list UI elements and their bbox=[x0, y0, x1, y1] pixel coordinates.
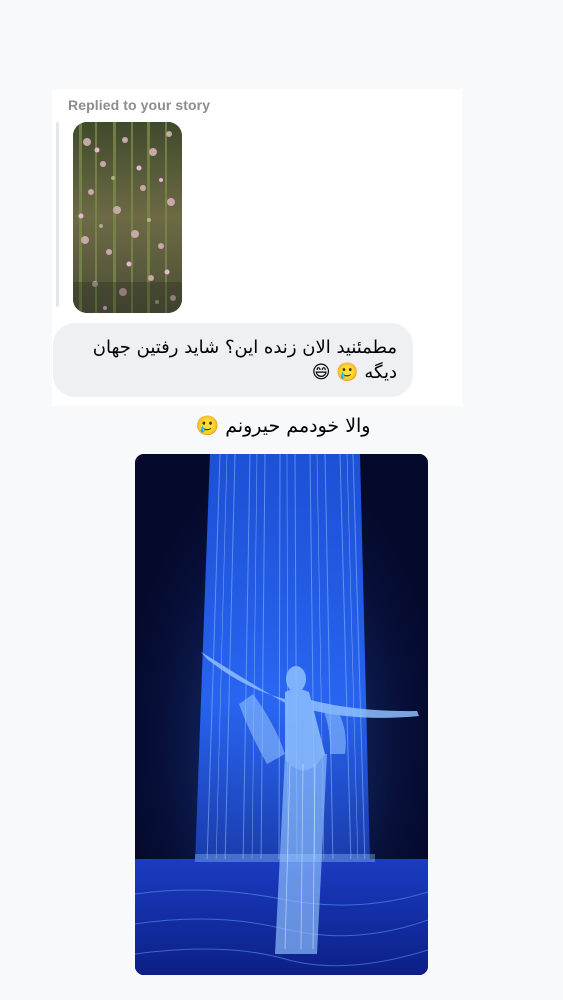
chat-screen: { "reply": { "label": "Replied to your s… bbox=[0, 0, 563, 1000]
blue-light-waterfall-image bbox=[135, 454, 428, 975]
story-thumbnail[interactable] bbox=[73, 122, 182, 313]
sent-message-text[interactable]: والا خودمم حیرونم 🥲 bbox=[188, 410, 378, 442]
sent-photo[interactable] bbox=[135, 454, 428, 975]
received-message-text: مطمئنید الان زنده این؟ شاید رفتین جهان د… bbox=[92, 337, 397, 383]
replied-to-story-label: Replied to your story bbox=[68, 97, 211, 113]
reply-indicator-bar bbox=[56, 122, 59, 307]
received-message-bubble[interactable]: مطمئنید الان زنده این؟ شاید رفتین جهان د… bbox=[53, 323, 413, 397]
flower-garden-image bbox=[73, 122, 182, 313]
story-reply-card: Replied to your story مطمئنید الان زنده … bbox=[52, 89, 462, 406]
